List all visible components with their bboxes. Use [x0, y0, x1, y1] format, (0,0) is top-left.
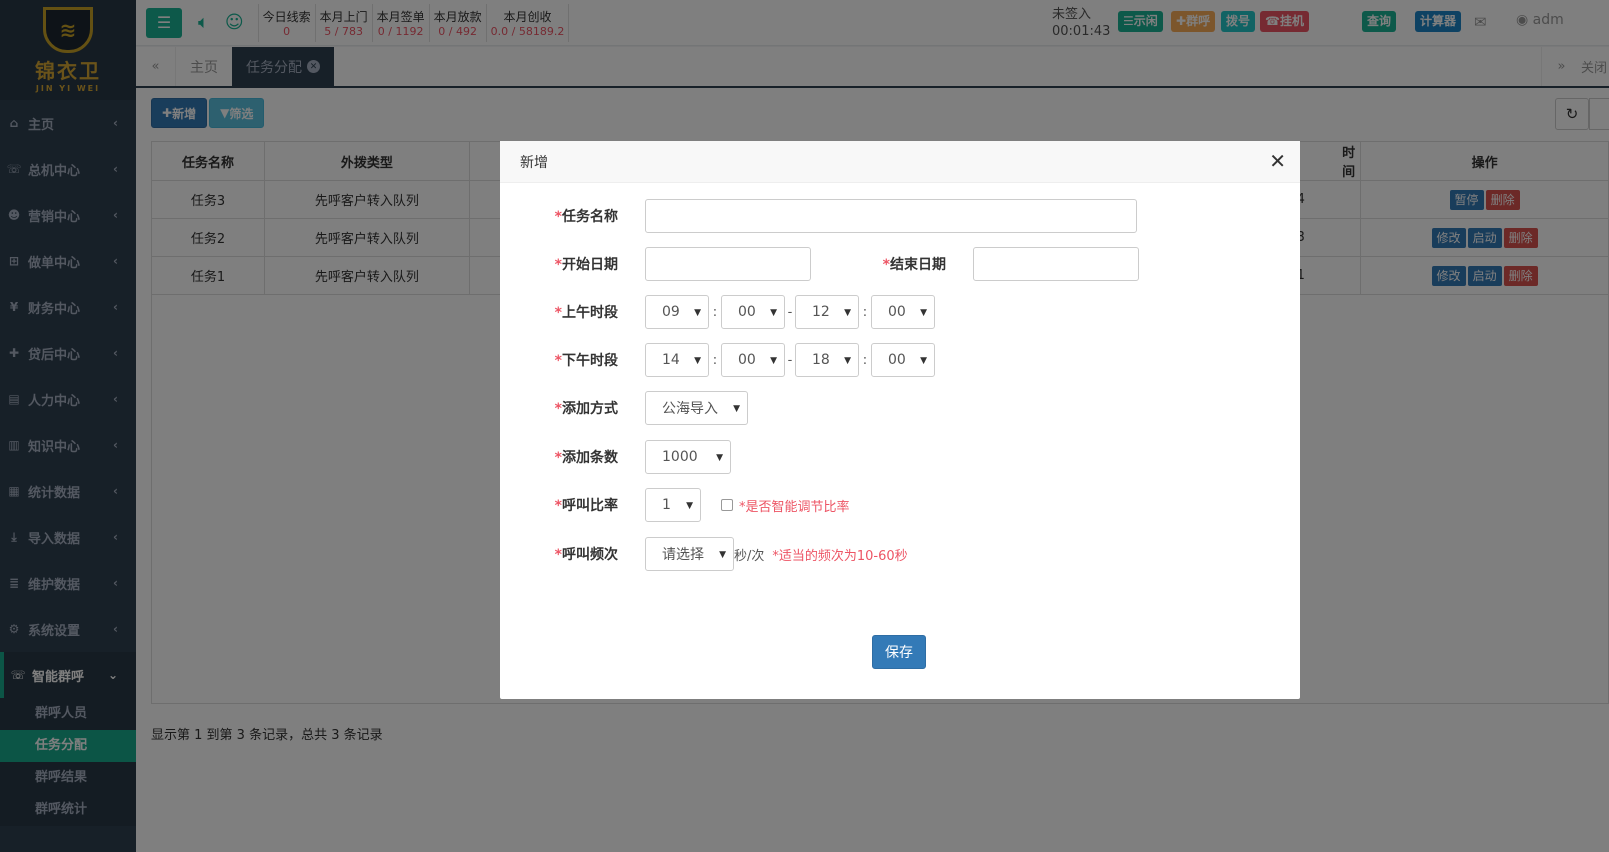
pm-end-minute-select[interactable]: 00 ▼ [871, 343, 935, 377]
modal-title: 新增 [520, 154, 548, 171]
modal-header: 新增 [500, 141, 1300, 183]
frequency-unit: 秒/次 [734, 548, 765, 564]
am-label: *上午时段 [554, 305, 618, 321]
caret-down-icon: ▼ [770, 356, 777, 366]
add-count-label: *添加条数 [554, 450, 618, 466]
am-end-minute-select[interactable]: 00 ▼ [871, 295, 935, 329]
caret-down-icon: ▼ [716, 453, 723, 463]
caret-down-icon: ▼ [770, 308, 777, 318]
add-task-modal: 新增 ✕ *任务名称 *开始日期 *结束日期 *上午时段 09 ▼ : 00 ▼ -… [500, 141, 1300, 699]
task-name-row: *任务名称 [500, 199, 1137, 233]
pm-start-hour-select[interactable]: 14 ▼ [645, 343, 709, 377]
caret-down-icon: ▼ [920, 308, 927, 318]
smart-ratio-checkbox[interactable] [721, 499, 733, 511]
am-time-row: *上午时段 09 ▼ : 00 ▼ - 12 ▼ : 00 ▼ [500, 295, 935, 329]
pm-time-row: *下午时段 14 ▼ : 00 ▼ - 18 ▼ : 00 ▼ [500, 343, 935, 377]
call-ratio-label: *呼叫比率 [554, 498, 618, 514]
time-dash: - [787, 352, 793, 368]
am-end-hour-select[interactable]: 12 ▼ [795, 295, 859, 329]
caret-down-icon: ▼ [844, 308, 851, 318]
add-method-row: *添加方式 公海导入 ▼ [500, 391, 748, 425]
add-method-select[interactable]: 公海导入 ▼ [645, 391, 748, 425]
add-count-select[interactable]: 1000 ▼ [645, 440, 731, 474]
end-date-label: *结束日期 [882, 257, 946, 273]
time-colon: : [712, 304, 718, 320]
task-name-input[interactable] [645, 199, 1137, 233]
close-icon[interactable]: ✕ [1269, 151, 1286, 171]
time-dash: - [787, 304, 793, 320]
caret-down-icon: ▼ [694, 308, 701, 318]
pm-start-minute-select[interactable]: 00 ▼ [721, 343, 785, 377]
caret-down-icon: ▼ [844, 356, 851, 366]
time-colon: : [862, 352, 868, 368]
caret-down-icon: ▼ [694, 356, 701, 366]
am-start-minute-select[interactable]: 00 ▼ [721, 295, 785, 329]
caret-down-icon: ▼ [686, 501, 693, 511]
time-colon: : [712, 352, 718, 368]
add-count-row: *添加条数 1000 ▼ [500, 440, 731, 474]
smart-ratio-hint: *是否智能调节比率 [739, 499, 850, 515]
caret-down-icon: ▼ [719, 550, 726, 560]
am-start-hour-select[interactable]: 09 ▼ [645, 295, 709, 329]
task-name-label: *任务名称 [554, 209, 618, 225]
add-method-label: *添加方式 [554, 401, 618, 417]
pm-label: *下午时段 [554, 353, 618, 369]
time-colon: : [862, 304, 868, 320]
caret-down-icon: ▼ [920, 356, 927, 366]
save-button[interactable]: 保存 [872, 635, 926, 669]
call-ratio-select[interactable]: 1 ▼ [645, 488, 701, 522]
call-ratio-row: *呼叫比率 1 ▼ *是否智能调节比率 [500, 488, 850, 522]
call-frequency-row: *呼叫频次 请选择 ▼ 秒/次 *适当的频次为10-60秒 [500, 537, 908, 571]
call-frequency-label: *呼叫频次 [554, 547, 618, 563]
frequency-hint: *适当的频次为10-60秒 [772, 548, 908, 564]
call-frequency-select[interactable]: 请选择 ▼ [645, 537, 734, 571]
caret-down-icon: ▼ [733, 404, 740, 414]
date-row: *开始日期 *结束日期 [500, 247, 1139, 281]
start-date-input[interactable] [645, 247, 811, 281]
end-date-input[interactable] [973, 247, 1139, 281]
pm-end-hour-select[interactable]: 18 ▼ [795, 343, 859, 377]
start-date-label: *开始日期 [554, 257, 618, 273]
